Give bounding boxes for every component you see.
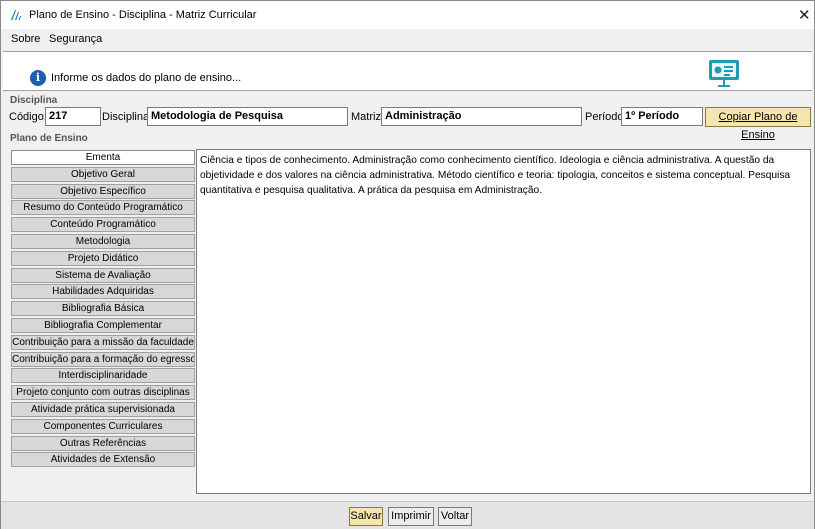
- tab-ementa[interactable]: Ementa: [11, 150, 195, 165]
- save-button[interactable]: Salvar: [349, 507, 383, 526]
- title-bar: Plano de Ensino - Disciplina - Matriz Cu…: [1, 1, 814, 29]
- tab-sistema-de-avaliacao[interactable]: Sistema de Avaliação: [11, 267, 195, 283]
- tab-atividades-de-extensao[interactable]: Atividades de Extensão: [11, 452, 195, 468]
- tab-bibliografia-complementar[interactable]: Bibliografia Complementar: [11, 317, 195, 333]
- tab-objetivo-geral[interactable]: Objetivo Geral: [11, 166, 195, 182]
- tab-contribuicao-para-a-formacao-do-egresso[interactable]: Contribuição para a formação do egresso: [11, 351, 195, 367]
- matriz-label: Matriz:: [351, 111, 384, 123]
- back-button-label: Voltar: [440, 510, 470, 522]
- tab-resumo-do-conteudo-programatico[interactable]: Resumo do Conteúdo Programático: [11, 200, 195, 216]
- periodo-field[interactable]: 1º Período: [621, 107, 703, 126]
- close-icon[interactable]: ✕: [798, 6, 811, 24]
- tab-outras-referencias[interactable]: Outras Referências: [11, 435, 195, 451]
- plan-tabs: Ementa Objetivo Geral Objetivo Específico R…: [11, 150, 195, 469]
- tab-componentes-curriculares[interactable]: Componentes Curriculares: [11, 418, 195, 434]
- back-button[interactable]: Voltar: [438, 507, 472, 526]
- print-button-label: Imprimir: [391, 510, 431, 522]
- codigo-field[interactable]: 217: [45, 107, 101, 126]
- app-logo-icon: [11, 10, 21, 20]
- disciplina-group-label: Disciplina: [10, 95, 58, 106]
- menu-bar: Sobre Segurança: [1, 29, 814, 49]
- menu-item-sobre[interactable]: Sobre: [11, 33, 40, 45]
- disciplina-label: Disciplina:: [102, 111, 153, 123]
- matriz-field[interactable]: Administração: [381, 107, 582, 126]
- tab-projeto-didatico[interactable]: Projeto Didático: [11, 250, 195, 266]
- main-window: Plano de Ensino - Disciplina - Matriz Cu…: [0, 0, 815, 529]
- window-title: Plano de Ensino - Disciplina - Matriz Cu…: [29, 9, 257, 21]
- copy-plan-button-label: Copiar Plano de Ensino: [718, 111, 798, 141]
- menu-item-seguranca[interactable]: Segurança: [49, 33, 102, 45]
- info-icon: i: [30, 70, 46, 86]
- info-text: Informe os dados do plano de ensino...: [51, 72, 242, 84]
- print-button[interactable]: Imprimir: [388, 507, 434, 526]
- plano-group-label: Plano de Ensino: [10, 133, 88, 144]
- codigo-label: Código:: [9, 111, 47, 123]
- tab-objetivo-especifico[interactable]: Objetivo Específico: [11, 183, 195, 199]
- tab-atividade-pratica-supervisionada[interactable]: Atividade prática supervisionada: [11, 401, 195, 417]
- presentation-board-icon: [709, 60, 739, 87]
- tab-projeto-conjunto-com-outras-disciplinas[interactable]: Projeto conjunto com outras disciplinas: [11, 385, 195, 401]
- info-banner: i Informe os dados do plano de ensino...: [3, 51, 812, 91]
- tab-contribuicao-para-a-missao-da-faculdade[interactable]: Contribuição para a missão da faculdade: [11, 334, 195, 350]
- tab-interdisciplinaridade[interactable]: Interdisciplinaridade: [11, 368, 195, 384]
- tab-habilidades-adquiridas[interactable]: Habilidades Adquiridas: [11, 284, 195, 300]
- tab-bibliografia-basica[interactable]: Bibliografia Básica: [11, 301, 195, 317]
- footer-bar: Salvar Imprimir Voltar: [1, 501, 814, 529]
- disciplina-field[interactable]: Metodologia de Pesquisa: [147, 107, 348, 126]
- save-button-label: Salvar: [350, 510, 382, 522]
- ementa-textarea[interactable]: Ciência e tipos de conhecimento. Adminis…: [196, 149, 811, 494]
- tab-metodologia[interactable]: Metodologia: [11, 233, 195, 249]
- tab-conteudo-programatico[interactable]: Conteúdo Programático: [11, 217, 195, 233]
- copy-plan-button[interactable]: Copiar Plano de Ensino: [705, 107, 811, 141]
